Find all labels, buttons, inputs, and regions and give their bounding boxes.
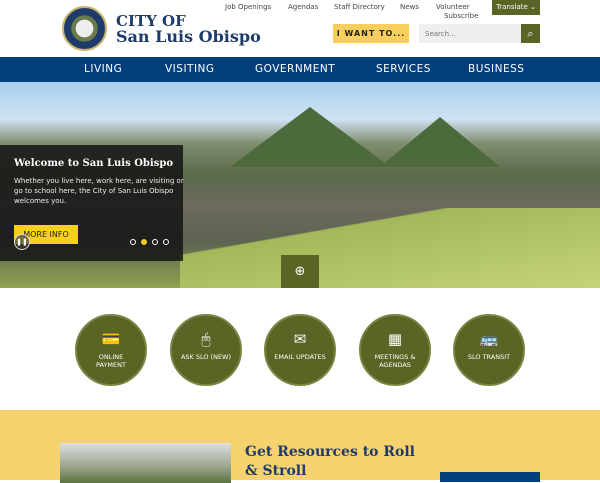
payment-icon: 💳 <box>101 330 121 348</box>
nav-living[interactable]: LIVING <box>84 63 122 75</box>
slide-dot-3[interactable] <box>152 239 158 245</box>
feature-title[interactable]: Get Resources to Roll & Stroll <box>245 443 415 481</box>
notebook-icon: ▦ <box>387 330 403 348</box>
search-input[interactable] <box>419 24 521 43</box>
quick-link-label: ONLINE PAYMENT <box>96 353 126 369</box>
quick-link-meetings-agendas[interactable]: ▦ MEETINGS & AGENDAS <box>359 314 431 386</box>
link-volunteer[interactable]: Volunteer <box>436 3 470 11</box>
envelope-icon: ✉ <box>293 330 307 348</box>
hero-mountain <box>230 107 390 167</box>
nav-business[interactable]: BUSINESS <box>468 63 524 75</box>
slide-dot-1[interactable] <box>130 239 136 245</box>
quick-link-label: ASK SLO (NEW) <box>180 353 232 361</box>
feature-image <box>60 443 231 483</box>
slide-dot-2[interactable] <box>141 239 147 245</box>
quick-link-email-updates[interactable]: ✉ EMAIL UPDATES <box>264 314 336 386</box>
slide-dot-4[interactable] <box>163 239 169 245</box>
quick-link-ask-slo[interactable]: 🖱 ASK SLO (NEW) <box>170 314 242 386</box>
i-want-to-button[interactable]: I WANT TO... <box>333 24 409 43</box>
city-logo-text[interactable]: City of San Luis Obispo <box>116 13 261 45</box>
hero-text: Whether you live here, work here, are vi… <box>14 177 184 205</box>
hero-title: Welcome to San Luis Obispo <box>14 158 173 169</box>
header: City of San Luis Obispo Job Openings Age… <box>0 0 600 57</box>
link-subscribe[interactable]: Subscribe <box>444 12 478 20</box>
feature-button[interactable] <box>440 472 540 482</box>
translate-button[interactable]: Translate ⌄ <box>492 0 540 15</box>
bus-icon: 🚌 <box>479 330 499 348</box>
main-nav: LIVING VISITING GOVERNMENT SERVICES BUSI… <box>0 57 600 82</box>
nav-visiting[interactable]: VISITING <box>165 63 215 75</box>
mouse-icon: 🖱 <box>201 330 211 348</box>
feature-section: Get Resources to Roll & Stroll <box>0 410 600 483</box>
quick-link-label: MEETINGS & AGENDAS <box>374 353 416 369</box>
quick-link-label: SLO TRANSIT <box>467 353 511 361</box>
link-agendas[interactable]: Agendas <box>288 3 318 11</box>
nav-government[interactable]: GOVERNMENT <box>255 63 335 75</box>
link-news[interactable]: News <box>400 3 419 11</box>
city-seal-logo[interactable] <box>62 6 107 51</box>
search-icon[interactable]: ⌕ <box>521 24 540 43</box>
link-job-openings[interactable]: Job Openings <box>225 3 271 11</box>
hero-caption: Welcome to San Luis Obispo Whether you l… <box>0 145 184 261</box>
logo-line-2: San Luis Obispo <box>116 27 261 46</box>
pause-icon[interactable]: ❚❚ <box>14 234 30 250</box>
scroll-down-icon[interactable]: ⊕ <box>281 255 319 288</box>
nav-services[interactable]: SERVICES <box>376 63 431 75</box>
quick-link-online-payment[interactable]: 💳 ONLINE PAYMENT <box>75 314 147 386</box>
quick-link-label: EMAIL UPDATES <box>274 353 326 361</box>
hero-mountain <box>380 117 500 167</box>
hero-grass <box>180 208 600 288</box>
link-staff-directory[interactable]: Staff Directory <box>334 3 385 11</box>
quick-link-slo-transit[interactable]: 🚌 SLO TRANSIT <box>453 314 525 386</box>
hero-slideshow: Welcome to San Luis Obispo Whether you l… <box>0 82 600 288</box>
